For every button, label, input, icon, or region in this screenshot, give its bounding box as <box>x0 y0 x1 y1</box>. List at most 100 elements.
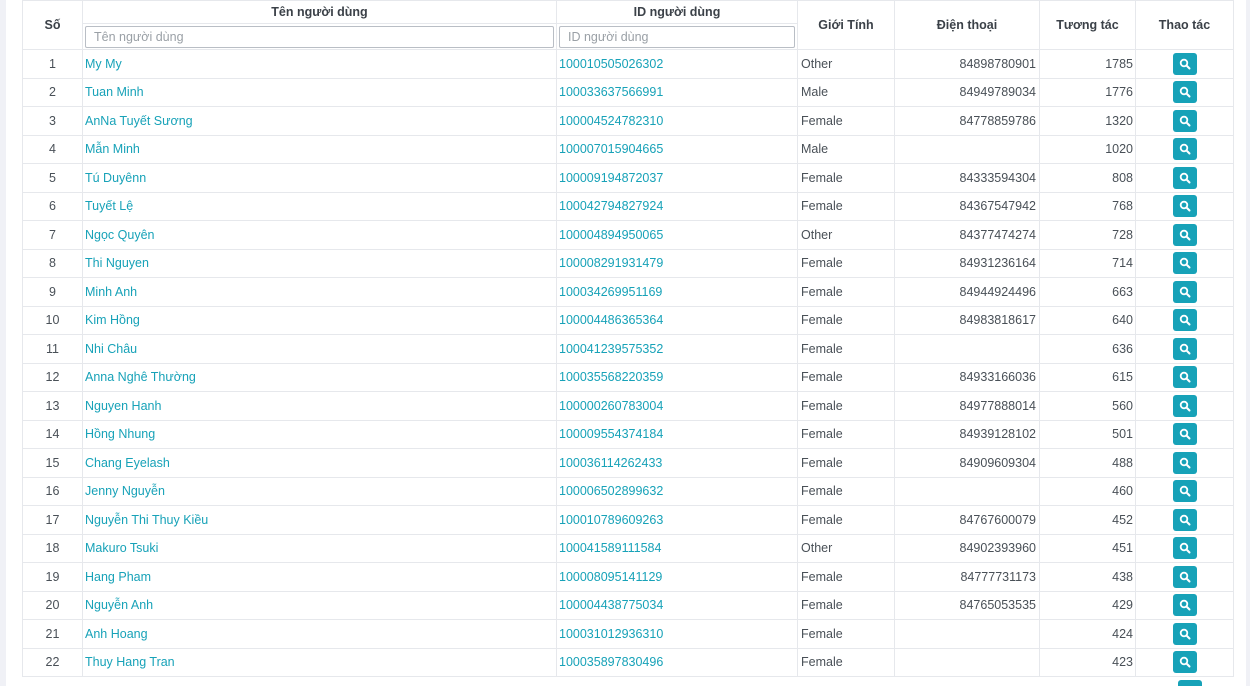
view-button[interactable] <box>1172 280 1197 303</box>
user-name-link[interactable]: Minh Anh <box>82 277 557 307</box>
header-no[interactable]: Số <box>22 0 83 50</box>
interactions-cell: 1776 <box>1039 77 1136 107</box>
user-name-link[interactable]: Kim Hồng <box>82 305 557 335</box>
name-filter-cell <box>82 23 557 50</box>
user-name-link[interactable]: Thuy Hang Tran <box>82 647 557 677</box>
user-name-link[interactable]: Anna Nghê Thường <box>82 362 557 392</box>
actions-cell <box>1135 334 1234 364</box>
user-id-link[interactable]: 100033637566991 <box>556 77 798 107</box>
user-name-link[interactable]: My My <box>82 49 557 79</box>
phone-cell <box>894 334 1040 364</box>
view-button[interactable] <box>1172 195 1197 218</box>
user-name-link[interactable]: Jenny Nguyễn <box>82 476 557 506</box>
search-icon <box>1179 87 1190 98</box>
user-name-link[interactable]: Nhi Châu <box>82 334 557 364</box>
user-id-link[interactable]: 100041239575352 <box>556 334 798 364</box>
user-name-link[interactable]: Nguyễn Thi Thuy Kiều <box>82 505 557 535</box>
view-button[interactable] <box>1172 423 1197 446</box>
view-button[interactable] <box>1172 366 1197 389</box>
search-icon <box>1179 486 1190 497</box>
user-name-link[interactable]: Ngọc Quyên <box>82 220 557 250</box>
user-name-link[interactable]: Chang Eyelash <box>82 448 557 478</box>
view-button-partial[interactable] <box>1178 680 1202 686</box>
actions-cell <box>1135 590 1234 620</box>
user-id-link[interactable]: 100036114262433 <box>556 448 798 478</box>
user-id-link[interactable]: 100000260783004 <box>556 391 798 421</box>
header-id[interactable]: ID người dùng <box>556 0 798 24</box>
header-phone[interactable]: Điện thoại <box>894 0 1040 50</box>
search-icon <box>1179 58 1190 70</box>
row-number: 8 <box>22 248 83 278</box>
user-id-link[interactable]: 100031012936310 <box>556 619 798 649</box>
view-button[interactable] <box>1172 451 1197 474</box>
user-name-link[interactable]: Hang Pham <box>82 562 557 592</box>
interactions-cell: 663 <box>1039 277 1136 307</box>
view-button[interactable] <box>1172 594 1197 617</box>
user-id-link[interactable]: 100034269951169 <box>556 277 798 307</box>
user-id-link[interactable]: 100008095141129 <box>556 562 798 592</box>
user-id-link[interactable]: 100004524782310 <box>556 106 798 136</box>
actions-cell <box>1135 305 1234 335</box>
user-id-link[interactable]: 100010789609263 <box>556 505 798 535</box>
phone-cell <box>894 647 1040 677</box>
view-button[interactable] <box>1172 52 1197 75</box>
view-button[interactable] <box>1172 651 1197 674</box>
user-name-link[interactable]: Tú Duyênn <box>82 163 557 193</box>
user-id-link[interactable]: 100035568220359 <box>556 362 798 392</box>
interactions-cell: 501 <box>1039 419 1136 449</box>
user-id-link[interactable]: 100010505026302 <box>556 49 798 79</box>
user-name-link[interactable]: Nguyễn Anh <box>82 590 557 620</box>
view-button[interactable] <box>1172 394 1197 417</box>
user-id-link[interactable]: 100008291931479 <box>556 248 798 278</box>
user-name-link[interactable]: Makuro Tsuki <box>82 533 557 563</box>
row-number: 9 <box>22 277 83 307</box>
view-button[interactable] <box>1172 337 1197 360</box>
view-button[interactable] <box>1172 138 1197 161</box>
view-button[interactable] <box>1172 309 1197 332</box>
view-button[interactable] <box>1172 480 1197 503</box>
view-button[interactable] <box>1172 622 1197 645</box>
user-id-link[interactable]: 100004486365364 <box>556 305 798 335</box>
header-name[interactable]: Tên người dùng <box>82 0 557 24</box>
view-button[interactable] <box>1172 166 1197 189</box>
view-button[interactable] <box>1172 81 1197 104</box>
phone-cell: 84909609304 <box>894 448 1040 478</box>
user-name-link[interactable]: Thi Nguyen <box>82 248 557 278</box>
user-id-link[interactable]: 100006502899632 <box>556 476 798 506</box>
user-id-link[interactable]: 100042794827924 <box>556 191 798 221</box>
user-name-link[interactable]: Mẫn Minh <box>82 134 557 164</box>
user-name-link[interactable]: Hồng Nhung <box>82 419 557 449</box>
user-id-link[interactable]: 100007015904665 <box>556 134 798 164</box>
view-button[interactable] <box>1172 537 1197 560</box>
user-id-link[interactable]: 100004438775034 <box>556 590 798 620</box>
header-interactions[interactable]: Tương tác <box>1039 0 1136 50</box>
view-button[interactable] <box>1172 565 1197 588</box>
user-id-link[interactable]: 100041589111584 <box>556 533 798 563</box>
row-number: 4 <box>22 134 83 164</box>
view-button[interactable] <box>1172 252 1197 275</box>
user-id-link[interactable]: 100009194872037 <box>556 163 798 193</box>
interactions-cell: 460 <box>1039 476 1136 506</box>
id-filter-input[interactable] <box>559 25 795 48</box>
user-id-link[interactable]: 100004894950065 <box>556 220 798 250</box>
search-icon <box>1179 258 1190 269</box>
view-button[interactable] <box>1172 508 1197 531</box>
gender-cell: Female <box>797 419 895 449</box>
name-filter-input[interactable] <box>85 25 554 48</box>
user-name-link[interactable]: Anh Hoang <box>82 619 557 649</box>
user-name-link[interactable]: AnNa Tuyết Sương <box>82 106 557 136</box>
gender-cell: Female <box>797 647 895 677</box>
phone-cell: 84767600079 <box>894 505 1040 535</box>
phone-cell <box>894 619 1040 649</box>
user-name-link[interactable]: Tuan Minh <box>82 77 557 107</box>
gender-cell: Female <box>797 448 895 478</box>
user-name-link[interactable]: Tuyết Lệ <box>82 191 557 221</box>
user-id-link[interactable]: 100035897830496 <box>556 647 798 677</box>
view-button[interactable] <box>1172 109 1197 132</box>
view-button[interactable] <box>1172 223 1197 246</box>
gender-cell: Male <box>797 134 895 164</box>
user-name-link[interactable]: Nguyen Hanh <box>82 391 557 421</box>
header-gender[interactable]: Giới Tính <box>797 0 895 50</box>
interactions-cell: 438 <box>1039 562 1136 592</box>
user-id-link[interactable]: 100009554374184 <box>556 419 798 449</box>
